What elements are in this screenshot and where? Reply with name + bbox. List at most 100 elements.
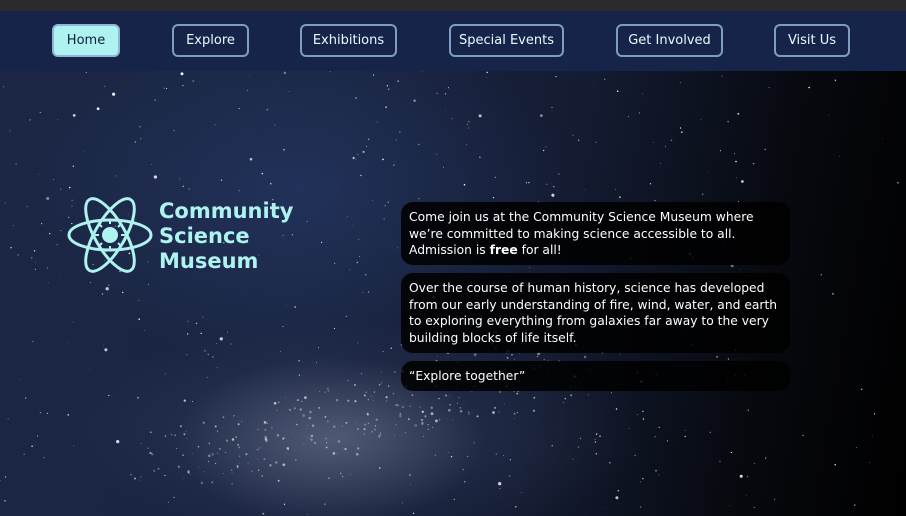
milky-way-star [216,452,219,455]
star [444,108,446,110]
milky-way-star [257,428,259,430]
milky-way-star [157,467,160,470]
milky-way-star [302,414,306,417]
star [180,72,184,76]
star [283,71,287,75]
milky-way-star [231,469,233,471]
milky-way-star [471,391,473,393]
milky-way-star [420,418,424,422]
star [167,501,170,503]
star [670,139,673,142]
star [112,92,116,96]
star [617,490,619,492]
nav-get-involved-button[interactable]: Get Involved [616,24,723,57]
star [741,180,744,183]
milky-way-star [176,447,178,449]
milky-way-star [445,394,448,397]
milky-way-star [304,396,307,399]
star [212,356,214,358]
milky-way-star [371,430,374,433]
star [137,397,139,399]
milky-way-star [456,402,458,404]
star [642,93,643,95]
star [249,157,253,161]
star [578,139,580,141]
star [140,138,142,140]
star [153,175,158,179]
star [356,261,359,264]
milky-way-star [367,398,370,401]
star [447,87,449,89]
star [519,353,521,355]
star [640,506,642,508]
star [261,172,264,175]
star [466,455,469,458]
star [382,351,384,352]
hero-section: Community Science Museum Come join us at… [0,71,906,516]
milky-way-star [476,415,479,418]
milky-way-star [332,452,336,455]
milky-way-star [409,405,411,407]
star [897,182,899,184]
star [380,382,382,384]
nav-special-events-button[interactable]: Special Events [449,24,564,57]
star [379,467,381,469]
milky-way-star [295,459,297,461]
milky-way-star [238,446,241,449]
star [67,414,69,416]
milky-way-star [516,411,519,414]
star [362,292,364,294]
milky-way-star [231,472,233,474]
star [719,150,721,152]
milky-way-star [326,442,328,444]
star [537,352,540,356]
milky-way-star [274,461,278,464]
milky-way-star [324,391,326,393]
star [134,141,137,143]
museum-logo-text: Community Science Museum [159,199,293,274]
milky-way-star [494,406,496,409]
star [615,189,616,190]
star [747,409,749,411]
star [39,112,41,114]
star [716,356,718,358]
star [115,175,117,177]
milky-way-star [231,438,235,441]
nav-explore-button[interactable]: Explore [172,24,249,57]
star [298,374,301,376]
milky-way-star [422,435,425,437]
star [182,84,184,86]
star [390,347,393,349]
milky-way-star [467,411,470,414]
star [468,120,470,123]
star [355,97,357,99]
milky-way-star [164,435,167,437]
star [277,479,280,482]
milky-way-star [344,447,347,451]
star [701,193,704,195]
star [381,371,383,373]
nav-home-button[interactable]: Home [52,24,120,57]
milky-way-star [216,430,219,432]
star [584,189,586,191]
milky-way-star [257,459,258,461]
star [467,127,470,129]
star [834,79,837,82]
welcome-text: Come join us at the Community Science Mu… [409,210,754,241]
star [306,220,308,222]
star [828,114,829,116]
star [654,469,658,472]
milky-way-star [236,464,239,467]
star [46,267,49,269]
star [616,90,619,92]
nav-visit-us-button[interactable]: Visit Us [774,24,850,57]
star [7,418,9,420]
milky-way-star [511,354,513,356]
star [599,435,601,437]
star [355,158,357,160]
star [47,282,49,284]
star [278,401,280,403]
nav-exhibitions-button[interactable]: Exhibitions [300,24,397,57]
milky-way-star [372,400,374,401]
star [572,134,574,136]
